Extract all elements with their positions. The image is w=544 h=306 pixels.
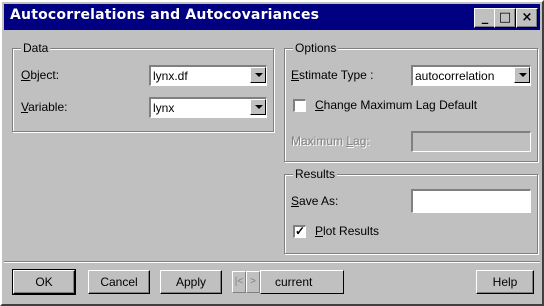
data-group: Data Object: lynx.df Variable: lynx <box>12 41 274 132</box>
change-max-lag-checkbox[interactable] <box>293 99 306 112</box>
help-button[interactable]: Help <box>476 270 534 294</box>
save-as-label: Save As: <box>291 194 339 208</box>
chevron-down-icon[interactable] <box>250 67 266 83</box>
results-group: Results Save As: ✓ Plot Results <box>284 167 538 254</box>
variable-combo[interactable]: lynx <box>149 97 267 118</box>
divider <box>4 261 540 263</box>
change-max-lag-label[interactable]: Change Maximum Lag Default <box>315 98 477 112</box>
plot-results-checkbox[interactable]: ✓ <box>293 225 306 238</box>
maximum-lag-label: Maximum Lag: <box>291 134 370 148</box>
estimate-type-value: autocorrelation <box>415 69 495 83</box>
title-bar[interactable]: Autocorrelations and Autocovariances _ □… <box>4 4 540 30</box>
close-button[interactable]: × <box>516 8 538 28</box>
results-group-label: Results <box>293 167 338 181</box>
estimate-type-label: Estimate Type : <box>291 68 374 82</box>
options-group-label: Options <box>293 41 339 55</box>
dialog-window: Autocorrelations and Autocovariances _ □… <box>0 0 544 306</box>
minimize-button[interactable]: _ <box>474 8 496 28</box>
prev-button[interactable]: |< <box>232 271 246 293</box>
current-indicator: current <box>260 270 344 294</box>
window-title: Autocorrelations and Autocovariances <box>10 7 320 23</box>
next-button[interactable]: > <box>246 271 260 293</box>
save-as-input[interactable] <box>411 189 531 213</box>
variable-label: Variable: <box>21 100 68 114</box>
object-combo[interactable]: lynx.df <box>149 65 267 86</box>
options-group: Options Estimate Type : autocorrelation … <box>284 41 538 162</box>
object-label: Object: <box>21 68 60 82</box>
chevron-down-icon[interactable] <box>514 67 530 83</box>
maximum-lag-field <box>411 131 531 152</box>
chevron-down-icon[interactable] <box>250 99 266 115</box>
estimate-type-combo[interactable]: autocorrelation <box>411 65 531 86</box>
ok-button[interactable]: OK <box>12 269 76 295</box>
plot-results-label[interactable]: Plot Results <box>315 224 379 238</box>
cancel-button[interactable]: Cancel <box>88 270 150 294</box>
object-value: lynx.df <box>153 69 188 83</box>
apply-button[interactable]: Apply <box>160 270 222 294</box>
data-group-label: Data <box>21 41 51 55</box>
maximize-button[interactable]: □ <box>494 8 516 28</box>
variable-value: lynx <box>153 101 175 115</box>
